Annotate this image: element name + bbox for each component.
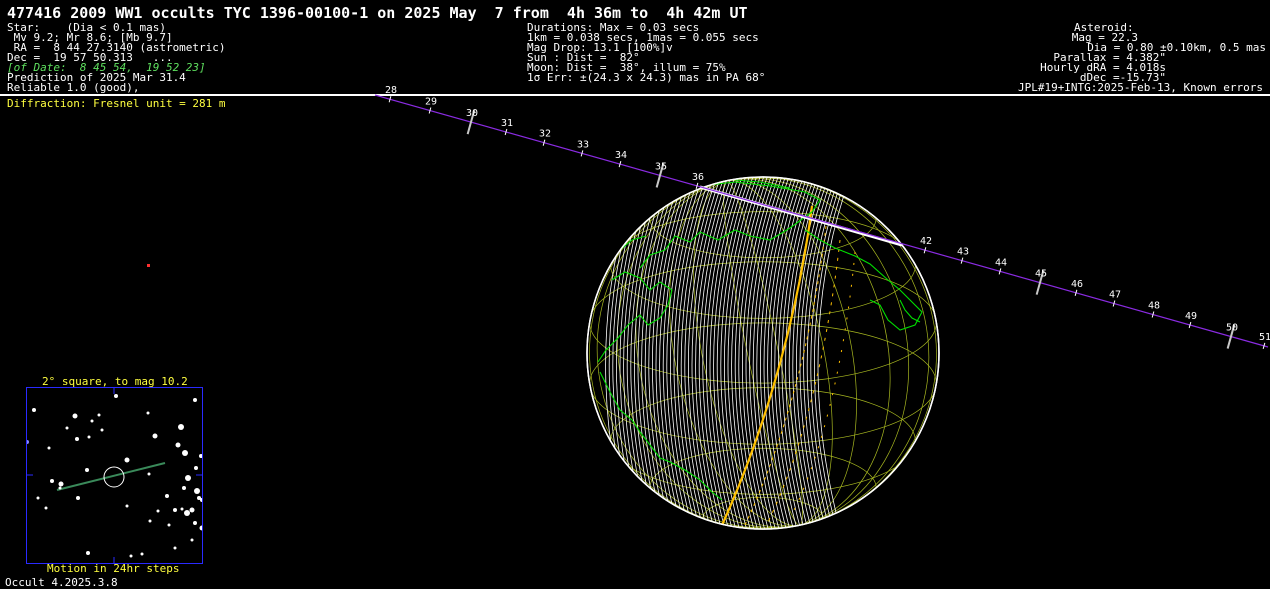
- field-star: [114, 394, 118, 398]
- field-star: [58, 481, 64, 487]
- field-star: [140, 552, 144, 556]
- field-star: [194, 488, 200, 494]
- path-minute-label: 36: [692, 172, 704, 183]
- field-star: [147, 472, 151, 476]
- path-minute-label: 29: [425, 97, 437, 108]
- field-star: [65, 426, 69, 430]
- field-star: [175, 442, 181, 448]
- field-star: [189, 507, 195, 513]
- field-star: [165, 494, 169, 498]
- field-star: [90, 419, 94, 423]
- path-minute-label: 44: [995, 257, 1007, 268]
- path-minute-label: 49: [1185, 311, 1197, 322]
- field-star: [152, 433, 158, 439]
- field-star: [36, 496, 40, 500]
- field-star: [182, 486, 186, 490]
- inset-title: 2° square, to mag 10.2: [42, 375, 188, 388]
- path-minute-label: 34: [615, 150, 627, 161]
- field-star: [180, 507, 184, 511]
- field-star: [100, 428, 104, 432]
- path-minute-label: 30: [466, 108, 478, 119]
- field-star: [72, 413, 78, 419]
- path-minute-label: 43: [957, 247, 969, 258]
- path-minute-label: 47: [1109, 290, 1121, 301]
- field-star: [148, 519, 152, 523]
- field-star: [190, 538, 194, 542]
- field-star: [47, 446, 51, 450]
- marker-point: [147, 264, 150, 267]
- star-field: [25, 388, 205, 563]
- path-minute-label: 51: [1259, 332, 1270, 343]
- path-minute-label: 48: [1148, 301, 1160, 312]
- path-minute-label: 42: [920, 236, 932, 247]
- field-star: [178, 424, 184, 430]
- field-star: [193, 398, 197, 402]
- path-minute-label: 31: [501, 118, 513, 129]
- field-star: [44, 506, 48, 510]
- field-star: [129, 554, 133, 558]
- field-star: [32, 408, 36, 412]
- path-minute-label: 50: [1226, 323, 1238, 334]
- star-field-inset: [25, 387, 205, 564]
- software-version: Occult 4.2025.3.8: [5, 576, 118, 589]
- field-star: [86, 551, 90, 555]
- path-minute-label: 35: [655, 161, 667, 172]
- field-star: [182, 450, 188, 456]
- field-star: [87, 435, 91, 439]
- field-star: [185, 475, 191, 481]
- path-minute-label: 28: [385, 85, 397, 96]
- path-minute-label: 45: [1035, 269, 1047, 280]
- field-star: [173, 508, 177, 512]
- field-star: [85, 468, 89, 472]
- field-star: [25, 440, 29, 444]
- field-star: [173, 546, 177, 550]
- field-star: [146, 411, 150, 415]
- path-minute-label: 32: [539, 129, 551, 140]
- field-star: [199, 525, 205, 531]
- field-star: [76, 496, 80, 500]
- field-star: [194, 466, 198, 470]
- field-star: [156, 509, 160, 513]
- field-star: [50, 479, 54, 483]
- field-star: [125, 504, 129, 508]
- field-star: [97, 413, 101, 417]
- field-star: [184, 510, 190, 516]
- field-star: [199, 454, 203, 458]
- field-star: [124, 457, 130, 463]
- field-star: [167, 523, 171, 527]
- path-minute-label: 33: [577, 139, 589, 150]
- field-star: [75, 437, 79, 441]
- path-minute-label: 46: [1071, 279, 1083, 290]
- field-star: [193, 521, 197, 525]
- inset-caption: Motion in 24hr steps: [47, 562, 180, 575]
- field-star: [58, 486, 62, 490]
